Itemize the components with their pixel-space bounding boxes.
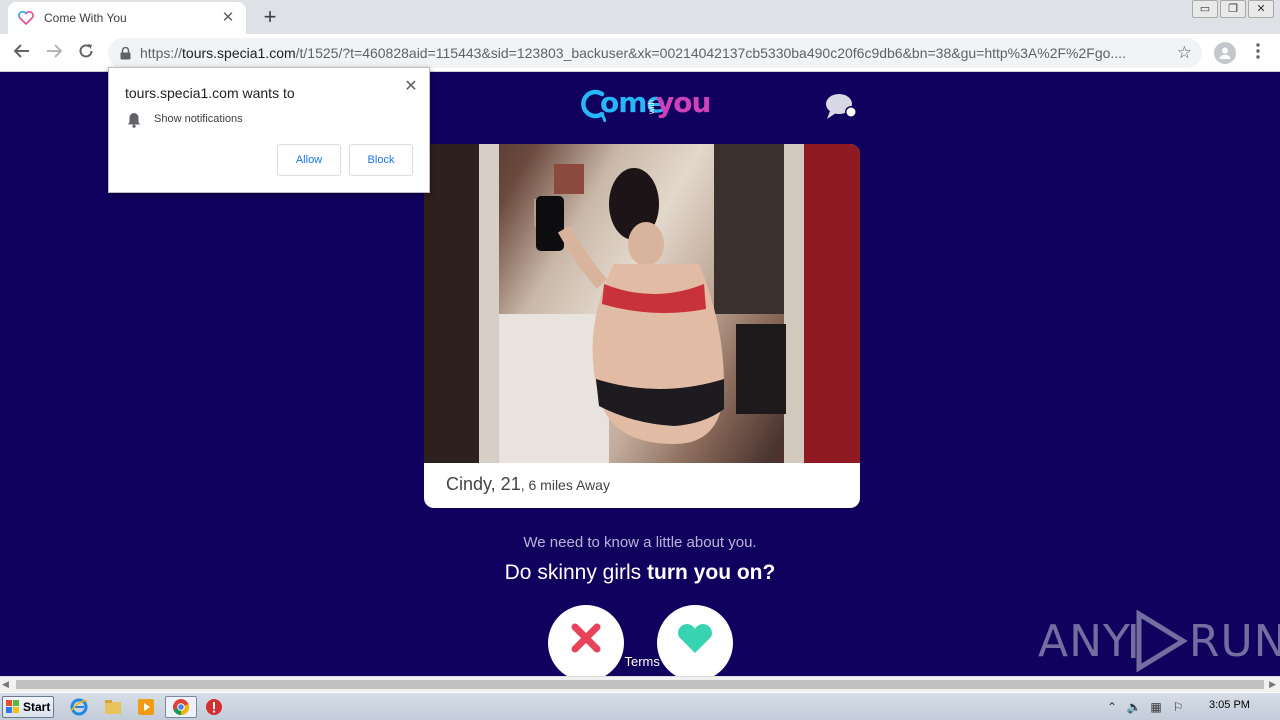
internet-explorer-icon[interactable] [70,698,88,716]
windows-taskbar: Start ⌃ 🔈 ▦ ⚐ 3:05 PM [0,692,1280,720]
notification-permission-dialog: tours.specia1.com wants to ✕ Show notifi… [108,67,430,193]
scroll-left-arrow-icon[interactable]: ◀ [2,679,9,690]
watermark-text-run: RUN [1188,615,1280,667]
allow-button[interactable]: Allow [277,144,341,176]
profile-card[interactable]: Cindy, 21, 6 miles Away [424,144,860,508]
logo-text-with: with [647,99,656,114]
bell-icon [127,112,141,128]
tab-bar: Come With You ✕ + ▭ ❐ ✕ [0,0,1280,34]
question-title: Do skinny girls turn you on? [504,561,776,584]
minimize-button[interactable]: ▭ [1192,0,1218,18]
tab-close-icon[interactable]: ✕ [220,10,236,26]
dialog-close-icon[interactable]: ✕ [403,76,419,96]
photo-illustration [424,144,860,463]
site-logo[interactable]: ome with you [580,84,711,128]
stop-warning-icon[interactable] [205,698,223,716]
scrollbar-thumb[interactable] [16,680,1264,689]
bookmark-star-icon[interactable]: ☆ [1177,43,1192,63]
url-text: https://tours.specia1.com/t/1525/?t=4608… [140,45,1126,61]
scroll-right-arrow-icon[interactable]: ▶ [1269,679,1276,690]
profile-avatar-icon[interactable] [1214,42,1236,64]
taskbar-clock[interactable]: 3:05 PM [1209,699,1250,711]
start-label: Start [23,700,51,714]
profile-caption: Cindy, 21, 6 miles Away [446,474,610,495]
profile-name-age: Cindy, 21 [446,474,521,494]
profile-distance: , 6 miles Away [520,477,610,493]
question-subtitle: We need to know a little about you. [523,534,757,551]
chat-bubbles-icon[interactable] [824,92,860,122]
x-cross-icon [571,623,601,653]
back-arrow-icon[interactable] [10,41,34,65]
browser-tab[interactable]: Come With You ✕ [8,2,246,34]
horizontal-scrollbar[interactable]: ◀ ▶ [0,676,1280,692]
chrome-icon[interactable] [172,698,190,716]
restore-button[interactable]: ❐ [1220,0,1246,18]
tab-title: Come With You [44,11,127,25]
heart-favicon-icon [18,10,34,26]
play-logo-icon [1130,610,1188,672]
notification-description: Show notifications [154,113,243,125]
forward-arrow-icon[interactable] [42,41,66,65]
file-explorer-icon[interactable] [104,698,122,716]
block-button[interactable]: Block [349,144,413,176]
system-tray: ⌃ 🔈 ▦ ⚐ [1104,696,1276,718]
address-bar[interactable]: https://tours.specia1.com/t/1525/?t=4608… [108,38,1202,68]
notification-title: tours.specia1.com wants to [125,85,295,101]
reload-icon[interactable] [74,41,98,65]
tray-expand-icon[interactable]: ⌃ [1104,699,1120,715]
privacy-link[interactable]: Privacy [566,654,609,669]
action-center-flag-icon[interactable]: ⚐ [1170,699,1186,715]
start-button[interactable]: Start [2,696,54,718]
anyrun-watermark: ANY RUN [1038,610,1280,672]
media-player-icon[interactable] [137,698,155,716]
windows-flag-icon [6,700,19,713]
new-tab-button[interactable]: + [258,6,282,30]
close-window-button[interactable]: ✕ [1248,0,1274,18]
window-controls: ▭ ❐ ✕ [1190,0,1274,18]
terms-link[interactable]: Terms [624,654,659,669]
logo-text-you: you [656,86,711,119]
lock-icon[interactable] [118,46,132,60]
volume-icon[interactable]: 🔈 [1126,699,1142,715]
profile-photo [424,144,860,463]
menu-kebab-icon[interactable] [1250,42,1266,64]
heart-icon [678,624,712,653]
dmca-link[interactable]: DMCA [676,654,714,669]
watermark-text-any: ANY [1038,615,1131,667]
network-icon[interactable]: ▦ [1148,699,1164,715]
